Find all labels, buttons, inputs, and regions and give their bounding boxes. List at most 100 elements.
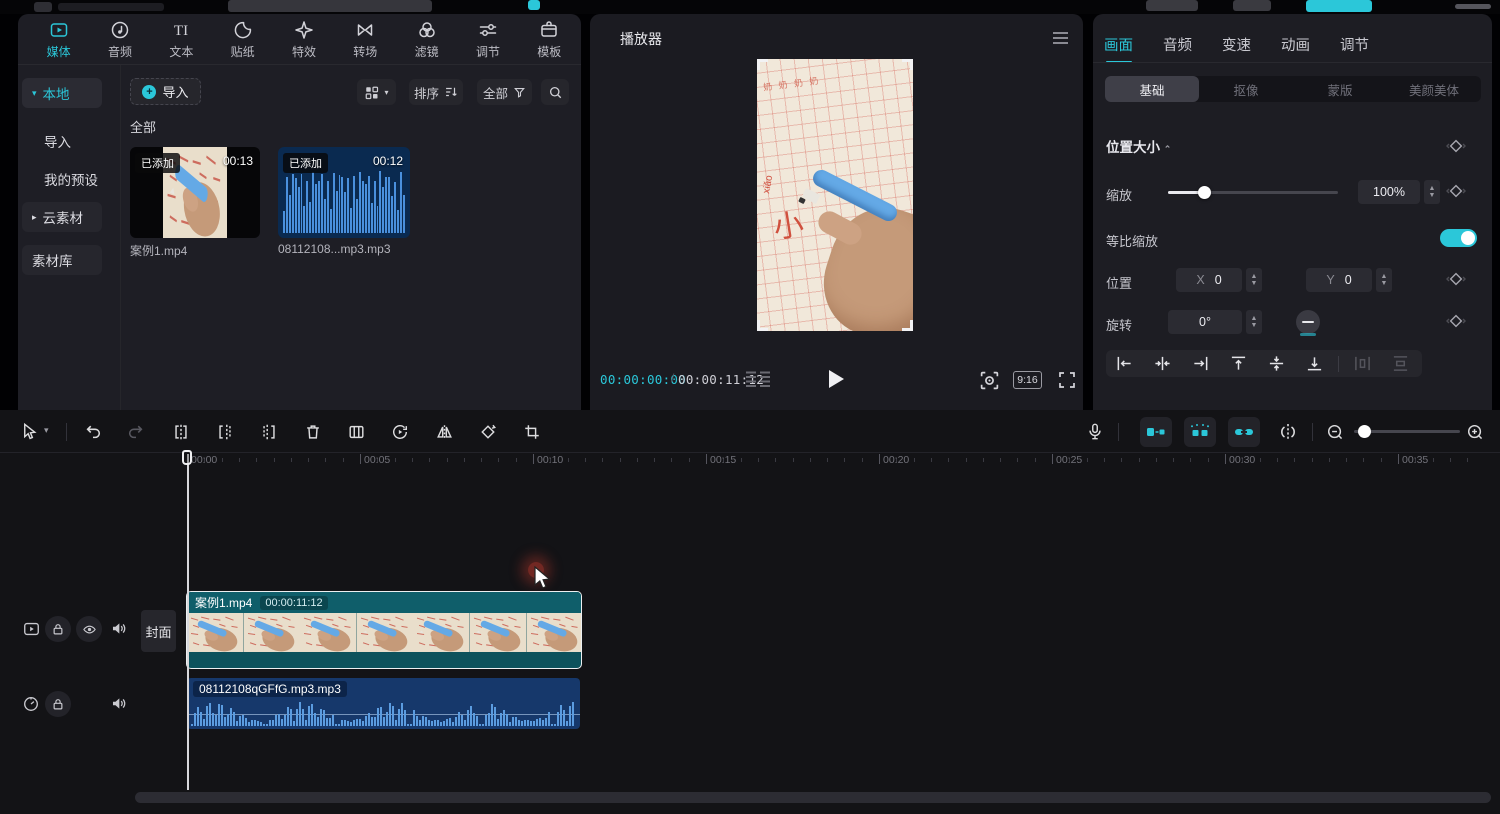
align-left-icon[interactable] <box>1116 355 1133 372</box>
media-tab-贴纸[interactable]: 贴纸 <box>212 16 273 64</box>
lock-track-button[interactable] <box>45 616 71 642</box>
inspector-tab-音频[interactable]: 音频 <box>1161 26 1194 67</box>
inspector-tab-动画[interactable]: 动画 <box>1279 26 1312 67</box>
keyframe-diamond-icon[interactable] <box>1445 268 1467 290</box>
hide-track-button[interactable] <box>76 616 102 642</box>
stepper-down-icon[interactable]: ▼ <box>1429 192 1436 199</box>
aspect-ratio-button[interactable]: 9:16 <box>1013 371 1042 389</box>
media-tab-文本[interactable]: TI文本 <box>151 16 212 64</box>
align-bottom-icon[interactable] <box>1306 355 1323 372</box>
timeline-video-clip[interactable]: 案例1.mp4 00:00:11:12 <box>186 591 582 669</box>
position-x-stepper[interactable]: ▲▼ <box>1246 268 1262 292</box>
collapse-caret-icon[interactable]: ⌃ <box>1164 144 1172 154</box>
undo-icon[interactable] <box>84 423 102 441</box>
rotation-value[interactable]: 0° <box>1168 310 1242 334</box>
preview-axis-icon[interactable] <box>1278 423 1298 441</box>
video-preview[interactable]: 奶 奶 奶 奶 xiǎo 小 qiáo 桥 <box>757 59 913 331</box>
distribute-horizontal-icon[interactable] <box>1354 355 1371 372</box>
sidebar-item-素材库[interactable]: 素材库 <box>22 245 102 275</box>
media-tab-音频[interactable]: 音频 <box>89 16 150 64</box>
filter-button[interactable]: 全部 <box>477 79 532 105</box>
align-center-horizontal-icon[interactable] <box>1154 355 1171 372</box>
import-button[interactable]: + 导入 <box>130 78 201 105</box>
rotate-icon[interactable] <box>479 423 497 441</box>
lock-track-button[interactable] <box>45 691 71 717</box>
inspector-subtab-美颜美体[interactable]: 美颜美体 <box>1387 76 1481 102</box>
preview-focus-icon[interactable] <box>979 370 1000 391</box>
media-tab-滤镜[interactable]: 滤镜 <box>396 16 457 64</box>
inspector-tab-调节[interactable]: 调节 <box>1338 26 1371 67</box>
timeline-audio-clip[interactable]: 08112108qGFfG.mp3.mp3 <box>187 678 580 729</box>
scale-slider-thumb[interactable] <box>1198 186 1211 199</box>
mute-track-icon[interactable] <box>110 620 127 637</box>
inspector-subtab-抠像[interactable]: 抠像 <box>1199 76 1293 102</box>
freeze-frame-icon[interactable] <box>347 423 366 441</box>
main-track-magnet-button[interactable] <box>1140 417 1172 447</box>
stepper-up-icon[interactable]: ▲ <box>1429 185 1436 192</box>
timeline-ruler[interactable]: 00:0000:0500:1000:1500:2000:2500:3000:35 <box>135 452 1500 472</box>
scale-slider-track[interactable] <box>1168 191 1338 194</box>
scale-stepper[interactable]: ▲▼ <box>1424 180 1440 204</box>
window-controls[interactable] <box>1455 4 1491 9</box>
auto-snap-button[interactable] <box>1184 417 1216 447</box>
media-tab-媒体[interactable]: 媒体 <box>28 16 89 64</box>
link-clips-button[interactable] <box>1228 417 1260 447</box>
crop-icon[interactable] <box>523 423 541 441</box>
rotation-knob[interactable] <box>1296 310 1320 334</box>
keyframe-diamond-icon[interactable] <box>1445 180 1467 202</box>
timeline-zoom-slider-thumb[interactable] <box>1358 425 1371 438</box>
keyframe-diamond-icon[interactable] <box>1445 310 1467 332</box>
media-item-audio[interactable]: 已添加 00:12 <box>278 147 410 238</box>
zoom-in-icon[interactable] <box>1466 423 1484 441</box>
selection-handle[interactable] <box>757 320 768 331</box>
sidebar-item-云素材[interactable]: ▸云素材 <box>22 202 102 232</box>
timeline-zoom-slider[interactable] <box>1354 430 1460 433</box>
sidebar-item-我的预设[interactable]: 我的预设 <box>22 164 102 194</box>
export-button[interactable] <box>1306 0 1372 12</box>
media-item-video[interactable]: 已添加 00:13 <box>130 147 260 238</box>
mirror-icon[interactable] <box>435 423 454 441</box>
selection-handle[interactable] <box>902 320 913 331</box>
media-tab-转场[interactable]: 转场 <box>335 16 396 64</box>
sidebar-item-本地[interactable]: ▾本地 <box>22 78 102 108</box>
inspector-tab-画面[interactable]: 画面 <box>1102 26 1135 67</box>
record-voiceover-icon[interactable] <box>1086 422 1104 441</box>
preview-quality-icon[interactable] <box>745 370 771 387</box>
zoom-out-icon[interactable] <box>1326 423 1344 441</box>
align-right-icon[interactable] <box>1192 355 1209 372</box>
cover-button[interactable]: 封面 <box>141 610 176 652</box>
position-x-input[interactable]: X0 <box>1176 268 1242 292</box>
player-menu-icon[interactable] <box>1052 31 1069 45</box>
view-mode-dropdown[interactable]: ▾ <box>357 79 396 105</box>
sort-button[interactable]: 排序 <box>409 79 463 105</box>
selection-handle[interactable] <box>757 59 768 70</box>
select-tool-icon[interactable] <box>20 422 39 441</box>
delete-icon[interactable] <box>304 423 322 441</box>
split-icon[interactable] <box>172 423 190 441</box>
position-y-stepper[interactable]: ▲▼ <box>1376 268 1392 292</box>
redo-icon[interactable] <box>127 423 145 441</box>
titlebar-button[interactable] <box>228 0 432 12</box>
tool-dropdown-icon[interactable]: ▾ <box>44 425 49 436</box>
distribute-vertical-icon[interactable] <box>1392 355 1409 372</box>
uniform-scale-toggle[interactable] <box>1440 229 1477 247</box>
media-tab-模板[interactable]: 模板 <box>519 16 580 64</box>
position-y-input[interactable]: Y0 <box>1306 268 1372 292</box>
align-center-vertical-icon[interactable] <box>1268 355 1285 372</box>
titlebar-button[interactable] <box>1233 0 1271 11</box>
scale-value[interactable]: 100% <box>1358 180 1420 204</box>
search-button[interactable] <box>541 79 569 105</box>
rotation-stepper[interactable]: ▲▼ <box>1246 310 1262 334</box>
titlebar-button[interactable] <box>1146 0 1198 11</box>
media-tab-调节[interactable]: 调节 <box>457 16 518 64</box>
inspector-tab-变速[interactable]: 变速 <box>1220 26 1253 67</box>
fullscreen-icon[interactable] <box>1057 370 1077 390</box>
sidebar-item-导入[interactable]: 导入 <box>22 126 102 156</box>
keyframe-diamond-icon[interactable] <box>1445 135 1467 157</box>
delete-right-icon[interactable] <box>260 423 278 441</box>
inspector-subtab-基础[interactable]: 基础 <box>1105 76 1199 102</box>
play-button[interactable] <box>829 370 844 388</box>
inspector-subtab-蒙版[interactable]: 蒙版 <box>1293 76 1387 102</box>
selection-handle[interactable] <box>902 59 913 70</box>
media-tab-特效[interactable]: 特效 <box>273 16 334 64</box>
